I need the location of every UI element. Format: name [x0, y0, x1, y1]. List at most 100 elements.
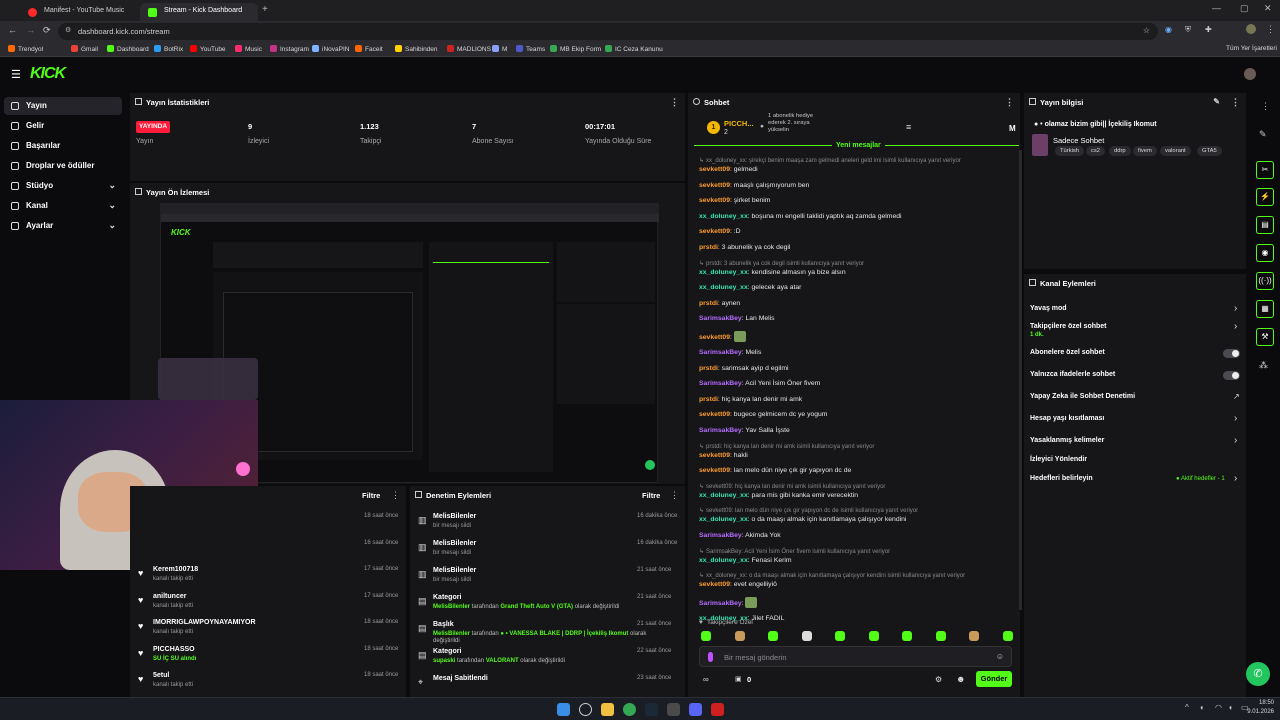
sidebar-item-broadcast[interactable]: Yayın — [4, 97, 122, 115]
more-options-icon[interactable]: ⋮ — [391, 490, 400, 501]
emote-icon[interactable] — [801, 631, 812, 641]
maximize-icon[interactable]: ▢ — [1240, 3, 1249, 14]
chat-input[interactable]: Bir mesaj gönderin ☺ — [699, 646, 1012, 667]
mic-icon[interactable] — [708, 652, 713, 662]
bookmark-7[interactable]: iNovaPIN — [312, 45, 349, 53]
channel-action-label[interactable]: Hesap yaşı kısıtlaması — [1030, 415, 1104, 422]
emote-icon[interactable] — [835, 631, 845, 641]
mod-actor[interactable]: supaski — [433, 658, 455, 664]
mod-actor[interactable]: MelisBilenler — [433, 604, 470, 610]
all-bookmarks[interactable]: Tüm Yer İşaretleri — [1226, 45, 1277, 52]
chat-username[interactable]: SarimsakBey — [699, 600, 742, 607]
chat-username[interactable]: xx_doluney_xx — [699, 516, 748, 523]
chat-username[interactable]: sevkett09 — [699, 228, 730, 235]
mod-action-name[interactable]: MelisBilenler — [433, 540, 476, 547]
chat-username[interactable]: xx_doluney_xx — [699, 269, 748, 276]
sidebar-item-gear[interactable]: Ayarlar ⌄ — [4, 217, 122, 235]
bookmark-9[interactable]: Sahibinden — [395, 45, 438, 53]
chat-username[interactable]: sevkett09 — [699, 166, 730, 173]
chat-username[interactable]: prstdi — [699, 300, 718, 307]
activity-name[interactable]: Kerem100718 — [153, 566, 198, 573]
chat-username[interactable]: SarimsakBey — [699, 532, 742, 539]
tab-youtube-music[interactable]: Manifest - YouTube Music — [20, 3, 138, 21]
channel-action-label[interactable]: Yasaklanmış kelimeler — [1030, 437, 1104, 444]
more-options-icon[interactable]: ⋮ — [670, 490, 679, 501]
emoji-icon[interactable]: ☺ — [996, 652, 1004, 661]
channel-action-label[interactable]: İzleyici Yönlendir — [1030, 456, 1087, 463]
emote-icon[interactable] — [868, 631, 879, 641]
chevron-down-icon[interactable]: ⌄ — [108, 180, 116, 191]
search-icon[interactable] — [579, 703, 592, 716]
leaderboard-filter-icon[interactable]: ≡ — [906, 122, 911, 132]
profile-avatar[interactable] — [1246, 24, 1256, 34]
chat-username[interactable]: SarimsakBey — [699, 380, 742, 387]
stream-tag[interactable]: GTA5 — [1197, 146, 1222, 156]
moderation-filter-button[interactable]: Filtre — [642, 491, 660, 500]
emote-icon[interactable] — [902, 631, 912, 641]
sidebar-item-gift[interactable]: Droplar ve ödüller — [4, 157, 122, 175]
extensions-puzzle-icon[interactable]: ✚ — [1205, 25, 1212, 34]
emote-icon[interactable] — [969, 631, 979, 641]
shield-icon[interactable]: ⛨ — [1185, 25, 1191, 35]
minimize-icon[interactable]: — — [1212, 3, 1221, 13]
channel-action-label[interactable]: Abonelere özel sohbet — [1030, 349, 1105, 356]
more-options-icon[interactable]: ⋮ — [1005, 97, 1014, 108]
gift-icon[interactable]: ▣ — [735, 675, 742, 683]
extension-icon[interactable]: ◉ — [1165, 25, 1172, 34]
chevron-right-icon[interactable]: › — [1234, 435, 1237, 446]
toggle-switch[interactable] — [1223, 349, 1240, 358]
activity-name[interactable]: IMORRIGLAWPOYNAYAMIYOR — [153, 619, 256, 626]
activity-name[interactable]: 5etul — [153, 672, 169, 679]
chat-username[interactable]: sevkett09 — [699, 182, 730, 189]
stream-tag[interactable]: Türkish — [1055, 146, 1085, 156]
stream-tag[interactable]: fivem — [1133, 146, 1157, 156]
bookmark-10[interactable]: MADLIONS — [447, 45, 491, 53]
rail-chat-icon[interactable]: ◉ — [1256, 244, 1274, 262]
bookmark-2[interactable]: Dashboard — [107, 45, 149, 53]
bookmark-11[interactable]: M — [492, 45, 507, 53]
emote-icon[interactable] — [935, 631, 946, 641]
start-icon[interactable] — [557, 703, 570, 716]
chat-username[interactable]: prstdi — [699, 244, 718, 251]
bookmark-star-icon[interactable]: ☆ — [1143, 26, 1150, 35]
bookmark-4[interactable]: YouTube — [190, 45, 226, 53]
mod-action-name[interactable]: Kategori — [433, 648, 461, 655]
tab-kick-dashboard[interactable]: Stream - Kick Dashboard — [140, 3, 258, 21]
new-tab-icon[interactable]: + — [262, 4, 268, 15]
chat-username[interactable]: sevkett09 — [699, 467, 730, 474]
rail-lightning-icon[interactable]: ⚡ — [1256, 188, 1274, 206]
emote-icon[interactable] — [701, 631, 711, 641]
sidebar-item-channel[interactable]: Kanal ⌄ — [4, 197, 122, 215]
stream-tag[interactable]: ddrp — [1109, 146, 1131, 156]
chat-username[interactable]: SarimsakBey — [699, 427, 742, 434]
chevron-right-icon[interactable]: › — [1234, 321, 1237, 332]
help-chat-icon[interactable]: ✆ — [1246, 662, 1270, 686]
steam-icon[interactable] — [645, 703, 658, 716]
mod-action-name[interactable]: Başlık — [433, 621, 454, 628]
file-explorer-icon[interactable] — [601, 703, 614, 716]
more-options-icon[interactable]: ⋮ — [670, 97, 679, 108]
stream-tag[interactable]: cs2 — [1086, 146, 1106, 156]
close-window-icon[interactable]: ✕ — [1264, 3, 1272, 14]
rail-broadcast-icon[interactable]: ((·)) — [1256, 272, 1274, 290]
rail-notes-icon[interactable]: ▤ — [1256, 216, 1274, 234]
activity-filter-button[interactable]: Filtre — [362, 491, 380, 500]
channel-action-label[interactable]: Yalnızca ifadelerle sohbet — [1030, 371, 1115, 378]
chat-users-icon[interactable]: ☻ — [956, 674, 965, 684]
kick-logo[interactable]: KICK — [30, 65, 66, 83]
emote-icon[interactable] — [768, 631, 778, 641]
mod-action-name[interactable]: MelisBilenler — [433, 567, 476, 574]
channel-action-label[interactable]: Yapay Zeka ile Sohbet Denetimi — [1030, 393, 1135, 400]
chevron-right-icon[interactable]: › — [1234, 413, 1237, 424]
pinned-gifter-name[interactable]: PICCH... — [724, 119, 754, 128]
channel-action-label[interactable]: Takipçilere özel sohbet — [1030, 323, 1107, 330]
edit-icon[interactable]: ✎ — [1213, 97, 1220, 106]
back-icon[interactable]: ← — [8, 25, 17, 35]
mod-action-name[interactable]: MelisBilenler — [433, 513, 476, 520]
bookmark-0[interactable]: Trendyol — [8, 45, 43, 53]
chat-username[interactable]: prstdi — [699, 365, 718, 372]
sidebar-item-trophy[interactable]: Başarılar — [4, 137, 122, 155]
chat-username[interactable]: SarimsakBey — [699, 349, 742, 356]
bookmark-8[interactable]: Faceit — [355, 45, 383, 53]
wifi-icon[interactable]: ◠ — [1215, 703, 1222, 712]
